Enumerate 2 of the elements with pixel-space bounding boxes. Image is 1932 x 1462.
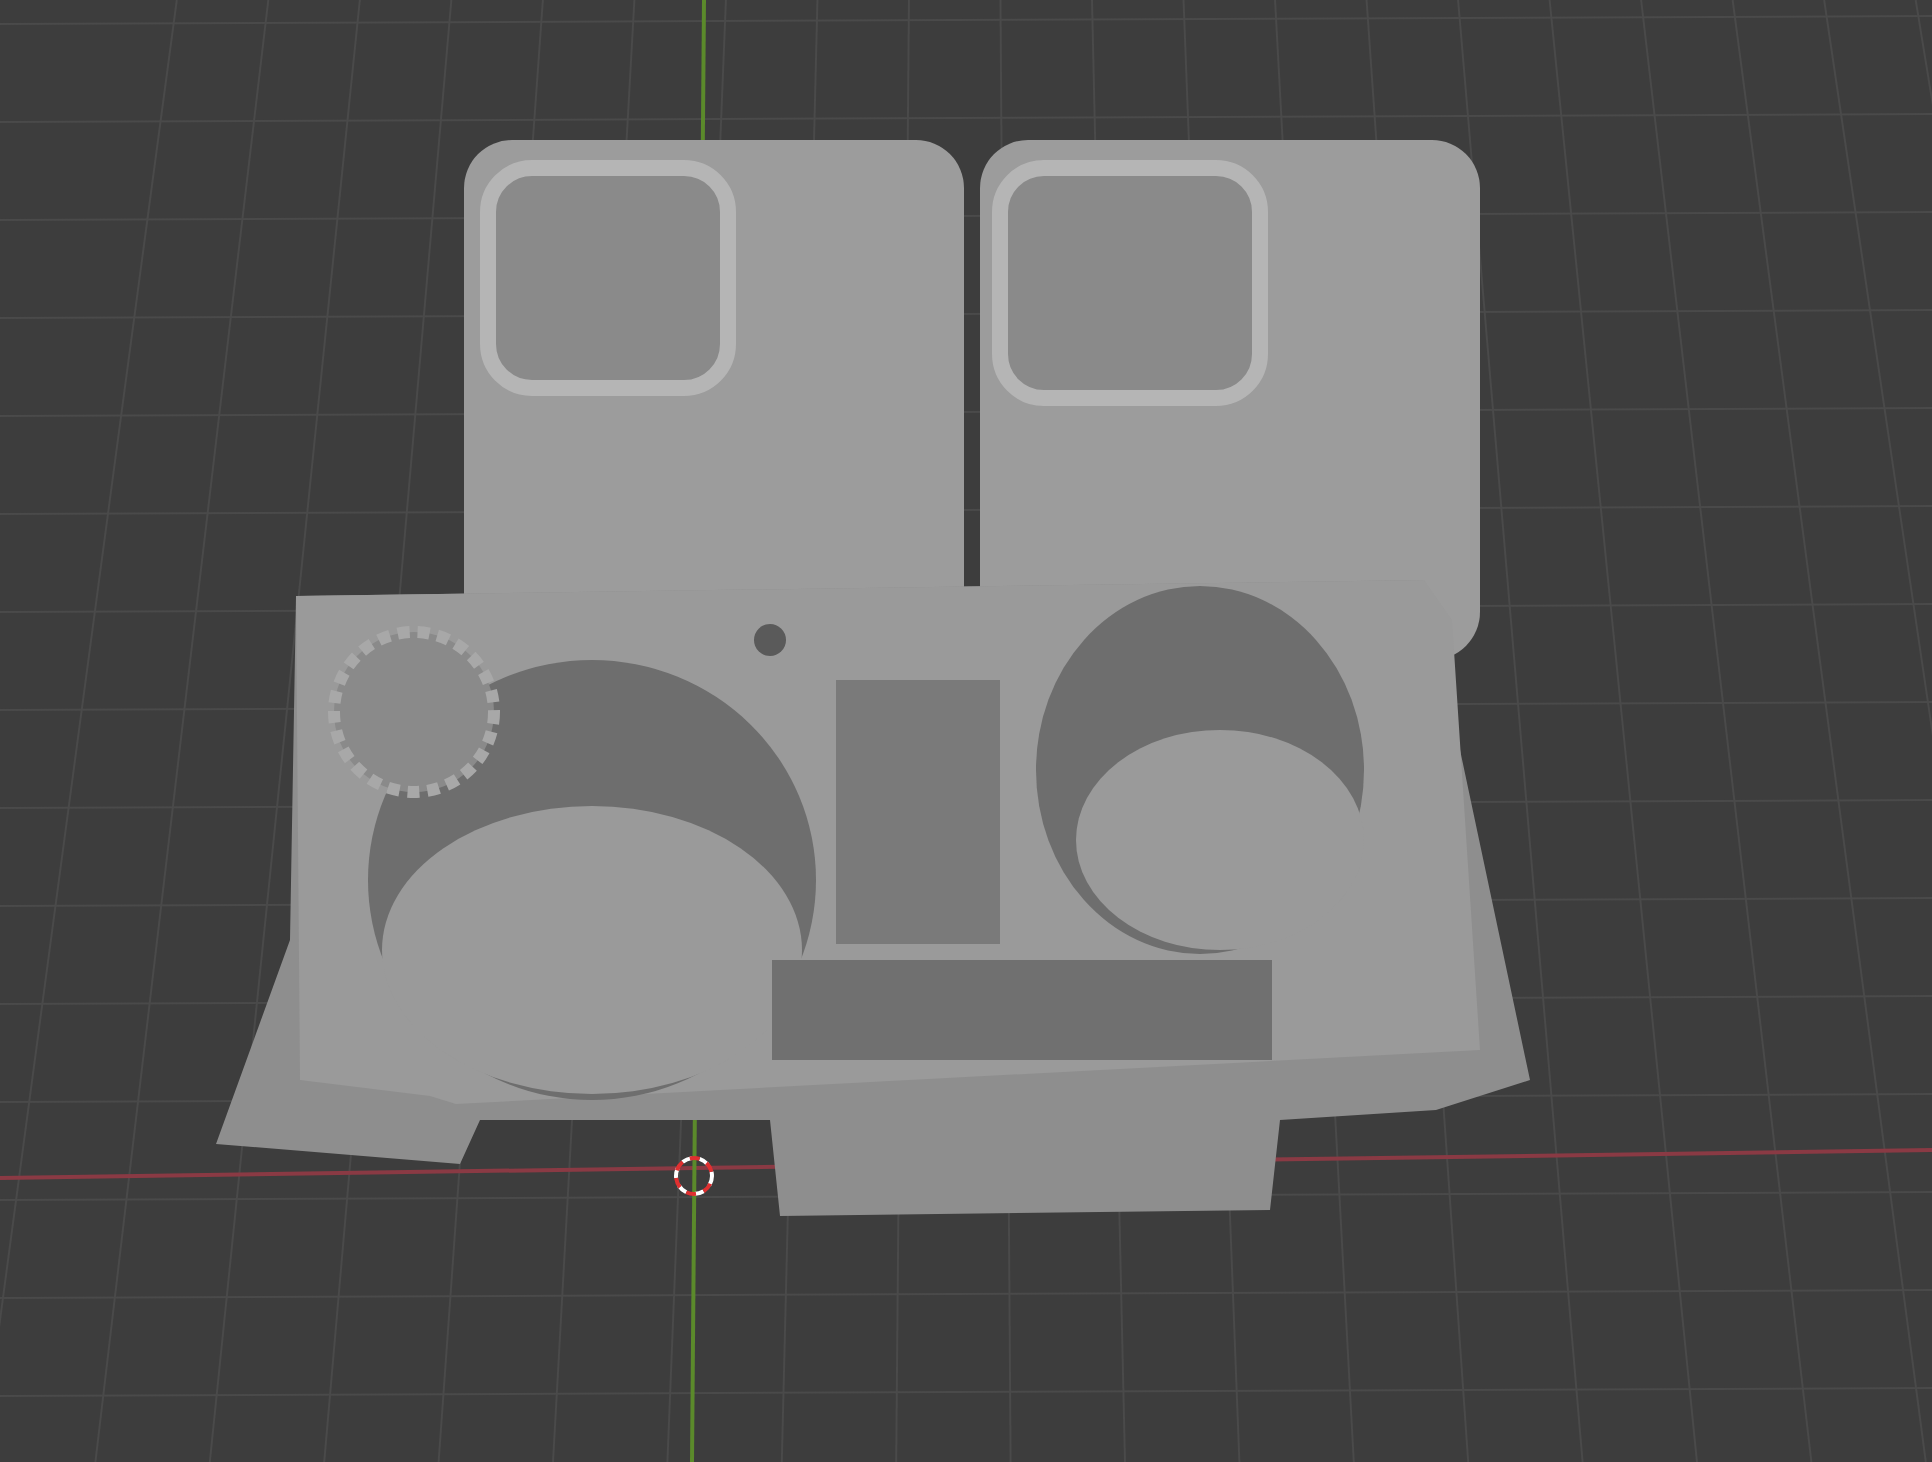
viewport[interactable] <box>0 0 1932 1462</box>
3d-cursor-icon[interactable] <box>674 1156 714 1196</box>
